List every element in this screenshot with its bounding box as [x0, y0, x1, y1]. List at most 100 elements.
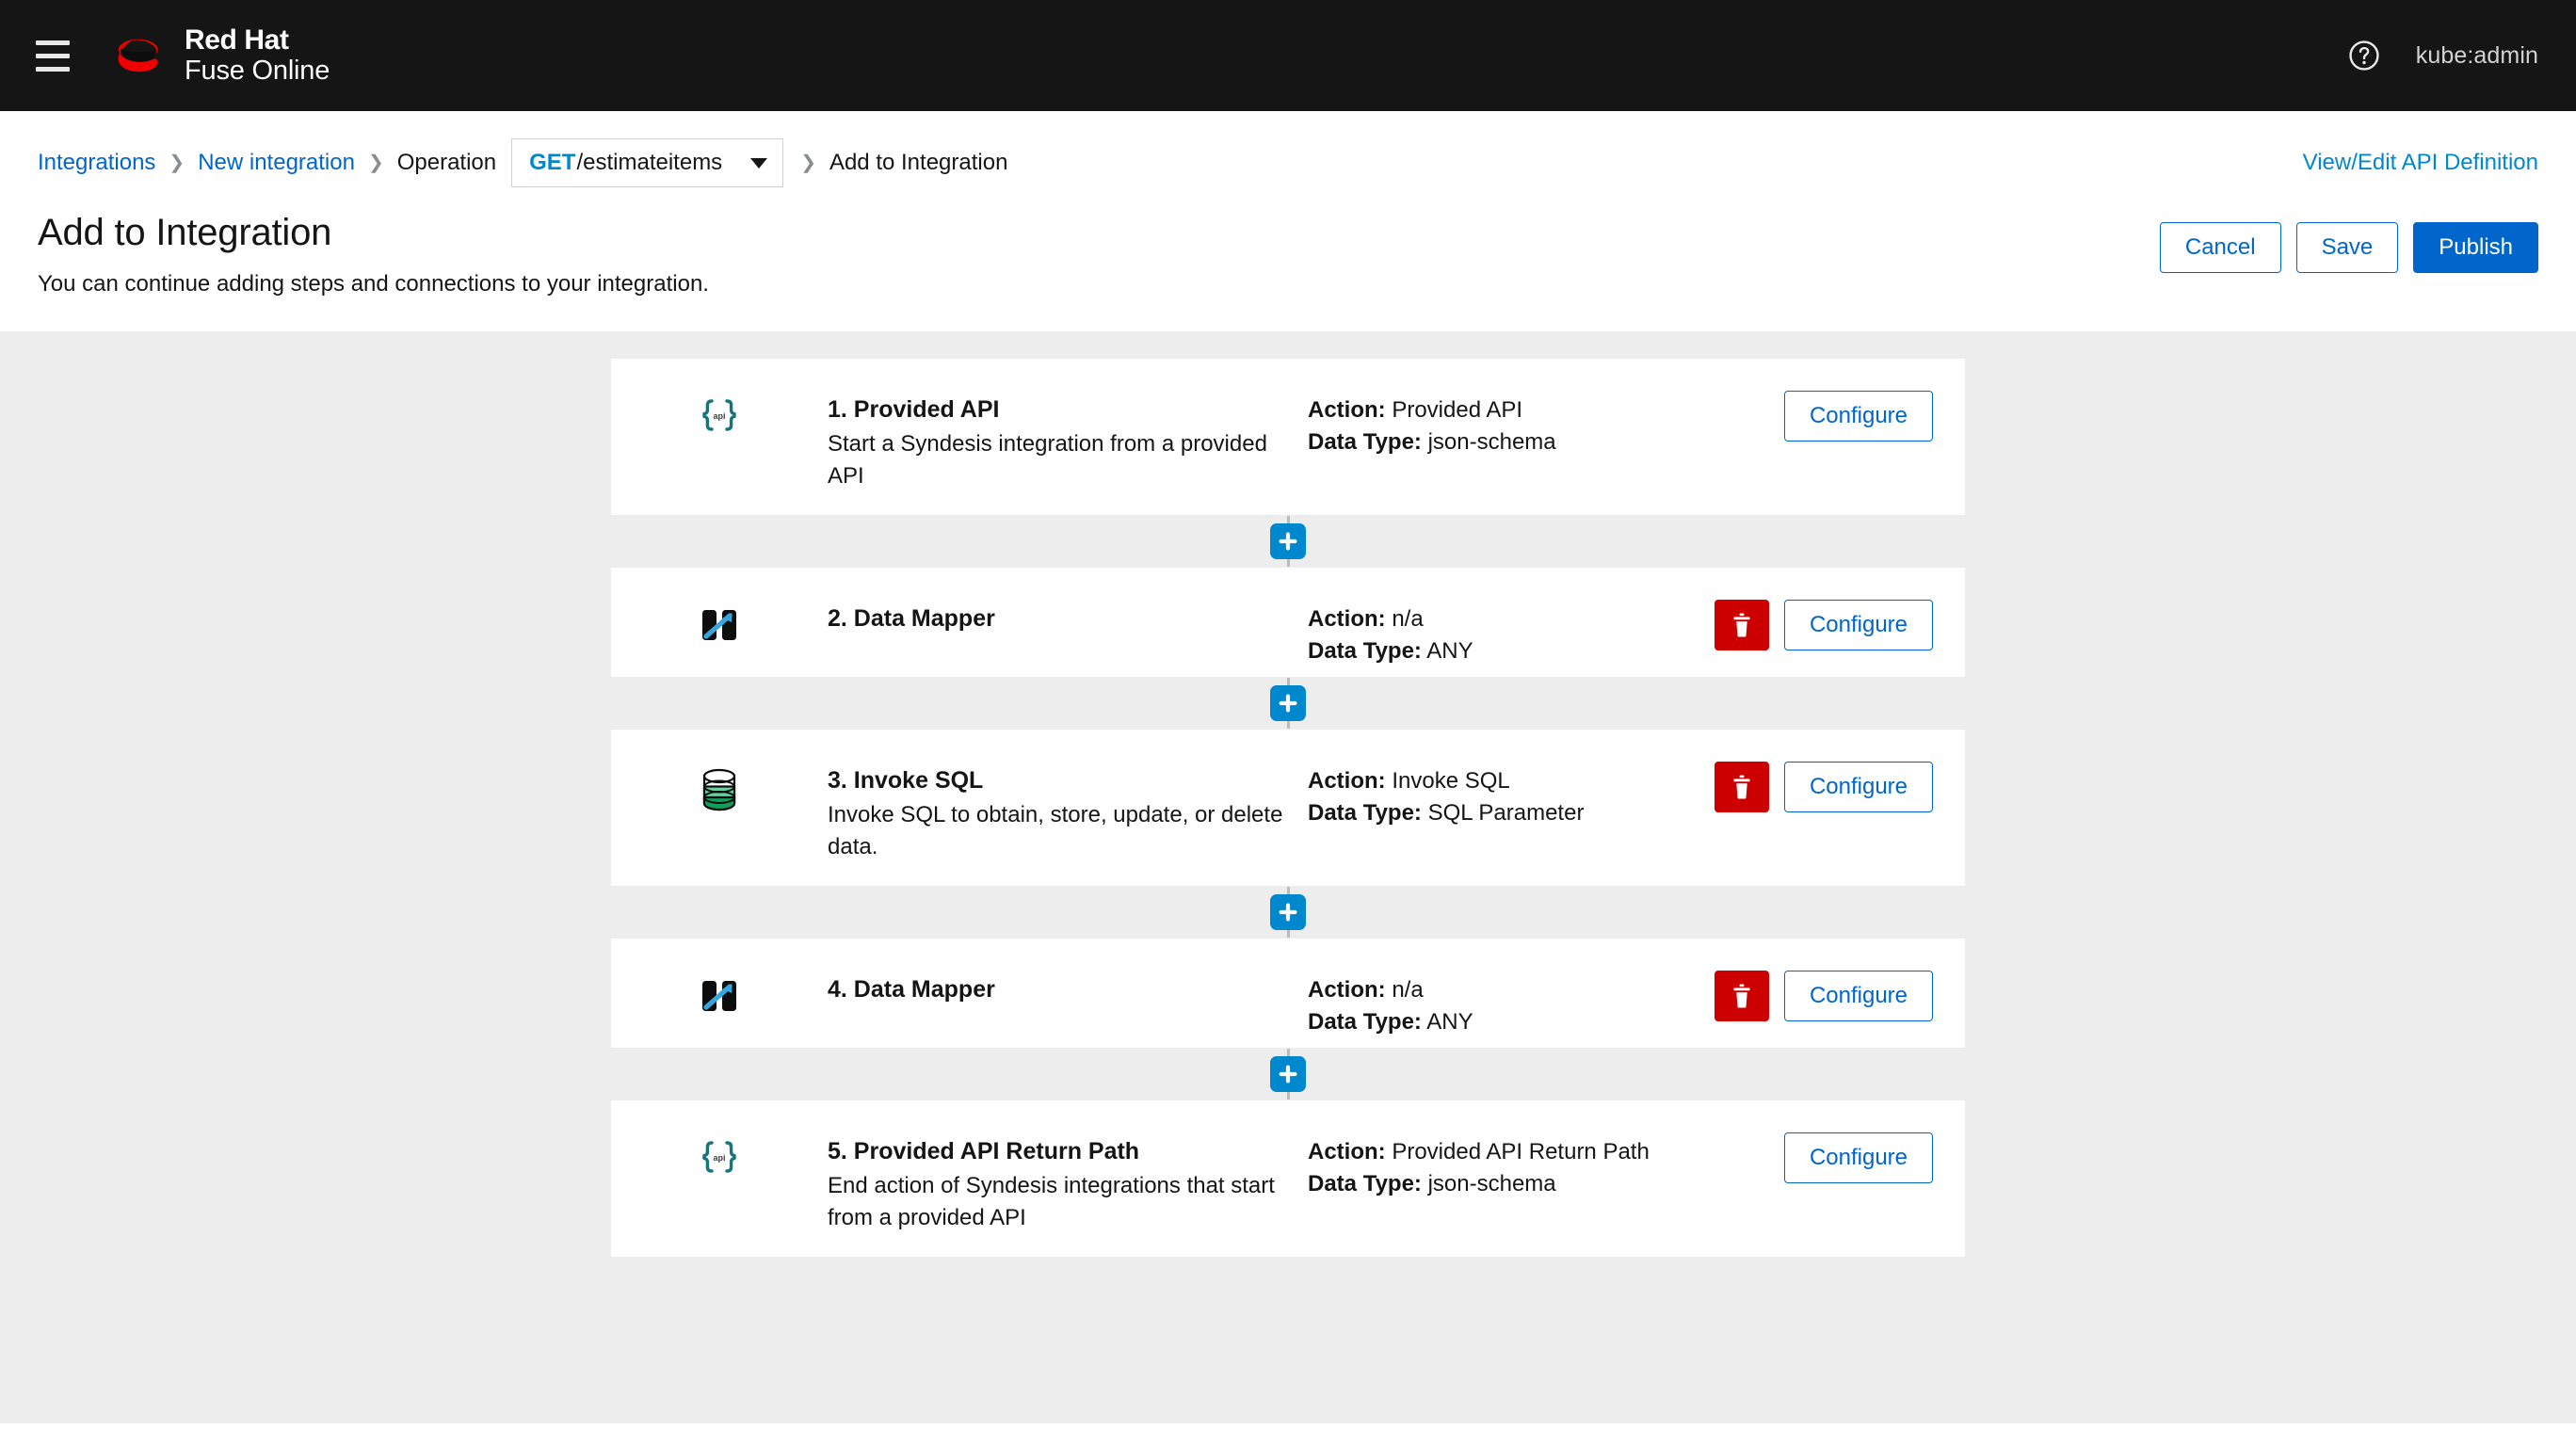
add-step-button[interactable]	[1270, 523, 1306, 559]
step-action-line: Action: Invoke SQL	[1308, 765, 1715, 797]
action-label: Action:	[1308, 768, 1386, 794]
data-type-label: Data Type:	[1308, 800, 1422, 827]
provided-api-icon: api	[702, 1141, 736, 1173]
masthead-actions: kube:admin	[2348, 40, 2538, 72]
plus-icon	[1279, 903, 1297, 922]
breadcrumb-row: Integrations ❯ New integration ❯ Operati…	[38, 137, 2538, 188]
configure-button[interactable]: Configure	[1783, 971, 1933, 1021]
step-buttons-cell: Configure	[1714, 568, 1965, 650]
hamburger-menu-icon[interactable]	[24, 27, 81, 84]
plus-icon	[1279, 532, 1297, 551]
step-datatype-line: Data Type: ANY	[1308, 635, 1715, 667]
chevron-down-icon	[750, 157, 768, 169]
plus-icon	[1279, 694, 1297, 713]
breadcrumb: Integrations ❯ New integration ❯ Operati…	[38, 138, 1007, 187]
masthead: Red Hat Fuse Online kube:admin	[0, 0, 2576, 111]
data-type-value: SQL Parameter	[1427, 800, 1585, 827]
step-datatype-line: Data Type: json-schema	[1308, 1168, 1784, 1200]
step-title: 1. Provided API	[828, 396, 1000, 423]
step-title: 3. Invoke SQL	[828, 767, 984, 794]
svg-text:api: api	[713, 411, 725, 421]
breadcrumb-separator-icon: ❯	[169, 153, 185, 173]
data-type-value: json-schema	[1427, 429, 1556, 456]
data-type-label: Data Type:	[1308, 1171, 1422, 1197]
step-card[interactable]: 2. Data Mapper Action: n/a Data Type: AN…	[610, 567, 1966, 678]
step-meta-cell: Action: Provided API Return Path Data Ty…	[1308, 1100, 1784, 1200]
step-card[interactable]: api 1. Provided API Start a Syndesis int…	[610, 358, 1966, 516]
step-buttons-cell: Configure	[1714, 730, 1965, 812]
data-type-label: Data Type:	[1308, 429, 1422, 456]
delete-step-button[interactable]	[1714, 971, 1769, 1021]
help-icon[interactable]	[2348, 40, 2380, 72]
step-icon-cell	[611, 939, 828, 1016]
breadcrumb-item-add-to-integration: Add to Integration	[829, 150, 1008, 175]
delete-step-button[interactable]	[1714, 600, 1769, 650]
step-name-cell: 5. Provided API Return Path End action o…	[828, 1100, 1308, 1234]
step-meta-cell: Action: Provided API Data Type: json-sch…	[1308, 359, 1784, 458]
data-type-value: json-schema	[1427, 1171, 1556, 1197]
integration-canvas: api 1. Provided API Start a Syndesis int…	[0, 331, 2576, 1423]
step-name-cell: 4. Data Mapper	[828, 939, 1308, 1008]
brand-logo[interactable]: Red Hat Fuse Online	[105, 24, 330, 85]
action-value: Invoke SQL	[1392, 768, 1510, 794]
action-label: Action:	[1308, 397, 1386, 423]
publish-button[interactable]: Publish	[2413, 222, 2538, 273]
step-action-line: Action: n/a	[1308, 603, 1715, 635]
step-buttons-cell: Configure	[1714, 939, 1965, 1021]
data-mapper-icon	[702, 610, 736, 640]
username-label[interactable]: kube:admin	[2416, 42, 2538, 70]
step-card[interactable]: api 5. Provided API Return Path End acti…	[610, 1100, 1966, 1258]
step-card[interactable]: 3. Invoke SQL Invoke SQL to obtain, stor…	[610, 729, 1966, 887]
step-meta-cell: Action: Invoke SQL Data Type: SQL Parame…	[1308, 730, 1715, 829]
configure-button[interactable]: Configure	[1783, 762, 1933, 812]
breadcrumb-item-new-integration[interactable]: New integration	[198, 150, 355, 176]
step-description: Start a Syndesis integration from a prov…	[828, 430, 1267, 489]
save-button[interactable]: Save	[2295, 222, 2399, 273]
red-hat-logo-icon	[118, 39, 158, 72]
operation-select[interactable]: GET/estimateitems	[511, 138, 784, 187]
configure-button[interactable]: Configure	[1783, 600, 1933, 650]
action-label: Action:	[1308, 606, 1386, 632]
data-type-value: ANY	[1426, 1009, 1473, 1036]
brand-name: Red Hat	[185, 24, 289, 56]
title-block: Add to Integration You can continue addi…	[38, 211, 2160, 297]
breadcrumb-separator-icon: ❯	[367, 153, 384, 173]
data-type-label: Data Type:	[1308, 1009, 1422, 1036]
step-action-line: Action: Provided API Return Path	[1308, 1136, 1784, 1168]
cancel-button[interactable]: Cancel	[2159, 222, 2281, 273]
configure-button[interactable]: Configure	[1783, 391, 1933, 442]
add-step-button[interactable]	[1270, 1056, 1306, 1092]
step-buttons-cell: Configure	[1783, 1100, 1965, 1183]
view-edit-api-definition-link[interactable]: View/Edit API Definition	[2303, 150, 2538, 176]
plus-icon	[1279, 1065, 1297, 1084]
action-value: Provided API Return Path	[1392, 1139, 1650, 1164]
action-value: n/a	[1392, 977, 1424, 1003]
step-buttons-cell: Configure	[1783, 359, 1965, 442]
step-icon-cell: api	[611, 1100, 828, 1176]
breadcrumb-separator-icon: ❯	[800, 153, 816, 173]
data-type-label: Data Type:	[1308, 638, 1422, 665]
operation-verb: GET	[529, 150, 576, 175]
data-type-value: ANY	[1426, 638, 1473, 665]
step-meta-cell: Action: n/a Data Type: ANY	[1308, 939, 1715, 1038]
step-name-cell: 2. Data Mapper	[828, 568, 1308, 637]
breadcrumb-item-integrations[interactable]: Integrations	[38, 150, 155, 176]
step-meta-cell: Action: n/a Data Type: ANY	[1308, 568, 1715, 667]
step-title: 2. Data Mapper	[828, 605, 995, 632]
page-title: Add to Integration	[38, 212, 332, 253]
add-step-button[interactable]	[1270, 894, 1306, 930]
add-step-button[interactable]	[1270, 685, 1306, 721]
breadcrumb-item-operation: Operation	[396, 150, 497, 175]
page-subtitle: You can continue adding steps and connec…	[38, 271, 709, 297]
hamburger-bar	[36, 66, 70, 72]
configure-button[interactable]: Configure	[1783, 1132, 1933, 1183]
operation-path: /estimateitems	[576, 150, 723, 175]
database-icon	[702, 768, 736, 811]
step-title: 5. Provided API Return Path	[828, 1138, 1140, 1164]
step-description: End action of Syndesis integrations that…	[828, 1172, 1275, 1230]
delete-step-button[interactable]	[1714, 762, 1769, 812]
step-datatype-line: Data Type: json-schema	[1308, 426, 1784, 458]
step-card[interactable]: 4. Data Mapper Action: n/a Data Type: AN…	[610, 938, 1966, 1049]
trash-icon	[1733, 613, 1750, 637]
step-icon-cell	[611, 568, 828, 645]
